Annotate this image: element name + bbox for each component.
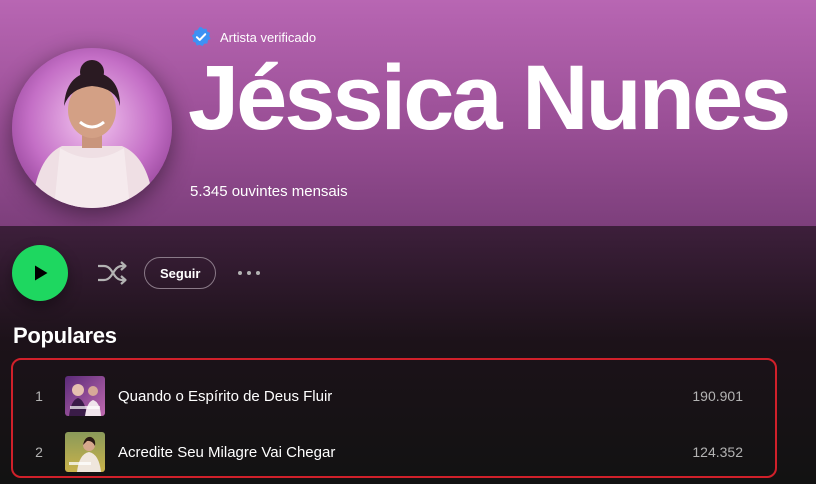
- popular-tracks-list: 1 Quando o Espírito de Deus Fluir 190.90…: [11, 358, 777, 478]
- artist-avatar: [12, 48, 172, 208]
- shuffle-button[interactable]: [94, 255, 130, 291]
- track-cover-image: [65, 432, 105, 472]
- more-options-button[interactable]: [238, 257, 261, 289]
- shuffle-icon: [98, 261, 127, 285]
- track-number: 2: [35, 444, 43, 460]
- track-play-count: 124.352: [692, 444, 743, 460]
- artist-name: Jéssica Nunes: [188, 47, 791, 149]
- monthly-listeners: 5.345 ouvintes mensais: [190, 183, 348, 200]
- track-number: 1: [35, 388, 43, 404]
- action-bar: Seguir: [12, 245, 261, 301]
- more-options-icon: [238, 271, 243, 275]
- verified-label: Artista verificado: [220, 29, 317, 45]
- verified-badge-icon: [191, 26, 211, 47]
- track-row[interactable]: 2 Acredite Seu Milagre Vai Chegar 124.35…: [13, 424, 775, 480]
- more-options-icon: [256, 271, 261, 275]
- track-title[interactable]: Acredite Seu Milagre Vai Chegar: [118, 444, 635, 461]
- popular-section-title: Populares: [13, 323, 117, 348]
- play-icon: [35, 265, 48, 281]
- track-play-count: 190.901: [692, 388, 743, 404]
- track-row[interactable]: 1 Quando o Espírito de Deus Fluir 190.90…: [13, 368, 775, 424]
- play-button[interactable]: [12, 245, 68, 301]
- more-options-icon: [247, 271, 252, 275]
- verified-artist-badge: Artista verificado: [190, 26, 316, 48]
- follow-button[interactable]: Seguir: [144, 257, 217, 289]
- track-cover-image: [65, 376, 105, 416]
- track-title[interactable]: Quando o Espírito de Deus Fluir: [118, 388, 635, 405]
